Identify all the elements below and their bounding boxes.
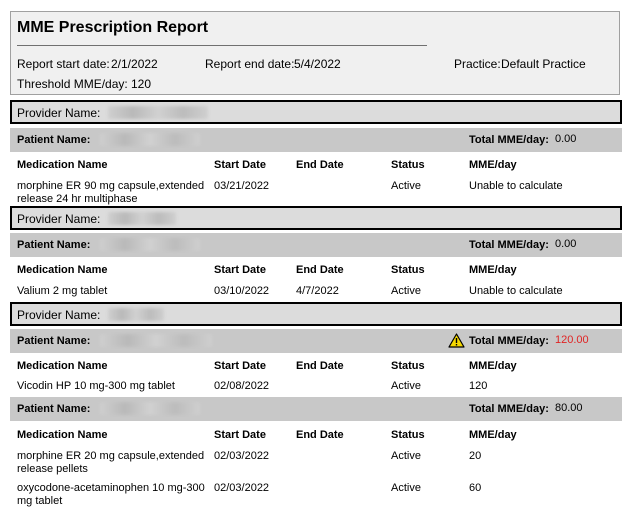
threshold-label: Threshold MME/day: <box>17 77 128 91</box>
redacted-patient-name <box>100 334 212 347</box>
title-divider <box>17 45 427 46</box>
medication-name-line1: Vicodin HP 10 mg-300 mg tablet <box>17 380 175 392</box>
practice-value: Default Practice <box>501 57 586 71</box>
medication-name-line2: release 24 hr multiphase <box>17 193 138 205</box>
end-date-label: Report end date: <box>205 57 295 71</box>
patient-row: Patient Name: Total MME/day: 120.00 <box>10 329 622 353</box>
mme-value: 120 <box>469 380 488 392</box>
mme-value: Unable to calculate <box>469 180 563 192</box>
patient-label: Patient Name: <box>17 403 91 415</box>
col-header-end-date: End Date <box>296 264 344 276</box>
total-mme-value-alert: 120.00 <box>555 334 589 346</box>
col-header-status: Status <box>391 159 425 171</box>
col-header-mme: MME/day <box>469 360 517 372</box>
medication-name-line1: morphine ER 20 mg capsule,extended <box>17 450 205 462</box>
provider-label: Provider Name: <box>17 212 101 226</box>
medication-name-line1: Valium 2 mg tablet <box>17 285 108 297</box>
patient-label: Patient Name: <box>17 239 91 251</box>
patient-label: Patient Name: <box>17 134 91 146</box>
col-header-medication: Medication Name <box>17 360 108 372</box>
medication-name-line1: oxycodone-acetaminophen 10 mg-300 <box>17 482 205 494</box>
status: Active <box>391 285 421 297</box>
redacted-patient-name <box>100 238 200 251</box>
total-mme-label: Total MME/day: <box>469 239 549 251</box>
status: Active <box>391 482 421 494</box>
patient-label: Patient Name: <box>17 335 91 347</box>
col-header-end-date: End Date <box>296 429 344 441</box>
end-date-value: 5/4/2022 <box>294 57 341 71</box>
provider-label: Provider Name: <box>17 106 101 120</box>
provider-row: Provider Name: <box>10 302 622 326</box>
col-header-medication: Medication Name <box>17 264 108 276</box>
practice-label: Practice: <box>454 57 501 71</box>
col-header-status: Status <box>391 360 425 372</box>
provider-row: Provider Name: <box>10 206 622 230</box>
start-date-value: 2/1/2022 <box>111 57 158 71</box>
status: Active <box>391 450 421 462</box>
col-header-mme: MME/day <box>469 159 517 171</box>
col-header-medication: Medication Name <box>17 159 108 171</box>
start-date: 03/10/2022 <box>214 285 270 297</box>
redacted-patient-name <box>100 133 200 146</box>
start-date-label: Report start date: <box>17 57 110 71</box>
medication-name-line2: mg tablet <box>17 495 63 507</box>
mme-value: 20 <box>469 450 482 462</box>
mme-value: Unable to calculate <box>469 285 563 297</box>
medication-name-line1: morphine ER 90 mg capsule,extended <box>17 180 205 192</box>
end-date: 4/7/2022 <box>296 285 339 297</box>
total-mme-label: Total MME/day: <box>469 335 549 347</box>
col-header-end-date: End Date <box>296 159 344 171</box>
col-header-start-date: Start Date <box>214 264 266 276</box>
mme-value: 60 <box>469 482 482 494</box>
total-mme-value: 0.00 <box>555 238 577 250</box>
start-date: 02/03/2022 <box>214 482 270 494</box>
warning-triangle-icon <box>448 333 465 348</box>
col-header-mme: MME/day <box>469 264 517 276</box>
start-date: 03/21/2022 <box>214 180 270 192</box>
col-header-status: Status <box>391 429 425 441</box>
report-header: MME Prescription Report Report start dat… <box>10 11 620 95</box>
report-title: MME Prescription Report <box>17 19 209 36</box>
col-header-status: Status <box>391 264 425 276</box>
redacted-provider-name <box>108 308 164 321</box>
total-mme-label: Total MME/day: <box>469 134 549 146</box>
patient-row: Patient Name: Total MME/day: 80.00 <box>10 397 622 421</box>
col-header-start-date: Start Date <box>214 429 266 441</box>
redacted-patient-name <box>100 402 200 415</box>
status: Active <box>391 180 421 192</box>
total-mme-label: Total MME/day: <box>469 403 549 415</box>
col-header-medication: Medication Name <box>17 429 108 441</box>
start-date: 02/03/2022 <box>214 450 270 462</box>
patient-row: Patient Name: Total MME/day: 0.00 <box>10 233 622 257</box>
col-header-end-date: End Date <box>296 360 344 372</box>
col-header-mme: MME/day <box>469 429 517 441</box>
total-mme-value: 0.00 <box>555 133 577 145</box>
patient-row: Patient Name: Total MME/day: 0.00 <box>10 128 622 152</box>
provider-row: Provider Name: <box>10 100 622 124</box>
provider-label: Provider Name: <box>17 308 101 322</box>
redacted-provider-name <box>108 212 176 225</box>
col-header-start-date: Start Date <box>214 159 266 171</box>
threshold-value: 120 <box>131 77 152 91</box>
start-date: 02/08/2022 <box>214 380 270 392</box>
redacted-provider-name <box>108 106 208 119</box>
total-mme-value: 80.00 <box>555 402 583 414</box>
status: Active <box>391 380 421 392</box>
medication-name-line2: release pellets <box>17 463 88 475</box>
col-header-start-date: Start Date <box>214 360 266 372</box>
